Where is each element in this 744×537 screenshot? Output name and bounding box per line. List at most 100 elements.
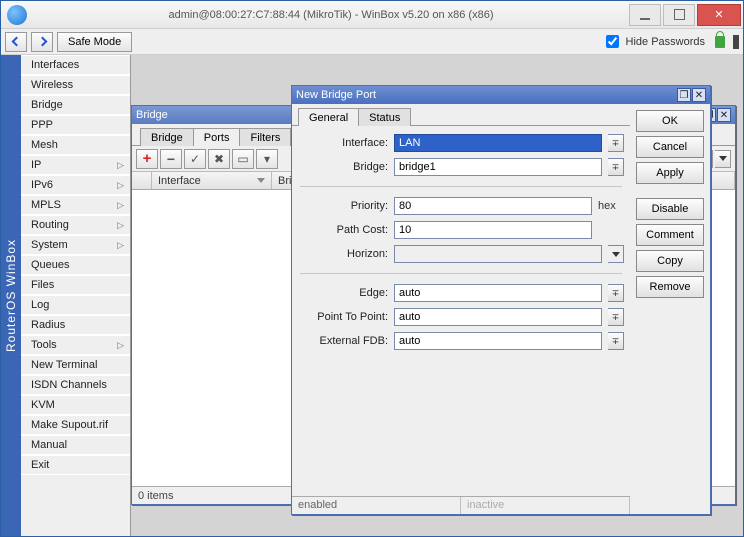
- safe-mode-button[interactable]: Safe Mode: [57, 32, 132, 52]
- bridge-tab-bridge[interactable]: Bridge: [140, 128, 194, 146]
- filter-button[interactable]: ▾: [256, 149, 278, 169]
- input-ext-fdb[interactable]: auto: [394, 332, 602, 350]
- label-path-cost: Path Cost:: [298, 224, 388, 236]
- remove-button[interactable]: Remove: [636, 276, 704, 298]
- hide-passwords-label: Hide Passwords: [626, 36, 705, 48]
- dialog-close[interactable]: ✕: [692, 88, 706, 102]
- row-path-cost: Path Cost: 10: [298, 221, 624, 239]
- input-interface[interactable]: LAN: [394, 134, 602, 152]
- menu-item-ip[interactable]: IP▷: [21, 155, 130, 175]
- dialog-status-bar: enabled inactive: [292, 496, 630, 514]
- hide-passwords-input[interactable]: [606, 35, 619, 48]
- input-path-cost[interactable]: 10: [394, 221, 592, 239]
- maximize-button[interactable]: [663, 4, 695, 26]
- menu-item-radius[interactable]: Radius: [21, 315, 130, 335]
- bridge-window-close[interactable]: ✕: [717, 108, 731, 122]
- undo-button[interactable]: [5, 32, 27, 52]
- menu-item-wireless[interactable]: Wireless: [21, 75, 130, 95]
- label-priority: Priority:: [298, 200, 388, 212]
- remove-button[interactable]: −: [160, 149, 182, 169]
- add-button[interactable]: +: [136, 149, 158, 169]
- menu-item-system[interactable]: System▷: [21, 235, 130, 255]
- dialog-status-inactive: inactive: [461, 497, 630, 514]
- dialog-header[interactable]: New Bridge Port ❐ ✕: [292, 86, 710, 104]
- menu-item-mesh[interactable]: Mesh: [21, 135, 130, 155]
- menu-item-isdn-channels[interactable]: ISDN Channels: [21, 375, 130, 395]
- menu-item-make-supout-rif[interactable]: Make Supout.rif: [21, 415, 130, 435]
- menu-item-mpls[interactable]: MPLS▷: [21, 195, 130, 215]
- app-toolbar: Safe Mode Hide Passwords: [1, 29, 743, 55]
- copy-button[interactable]: Copy: [636, 250, 704, 272]
- menu-item-files[interactable]: Files: [21, 275, 130, 295]
- input-ptp[interactable]: auto: [394, 308, 602, 326]
- menu-item-exit[interactable]: Exit: [21, 455, 130, 475]
- menu-item-ipv6[interactable]: IPv6▷: [21, 175, 130, 195]
- menu-item-bridge[interactable]: Bridge: [21, 95, 130, 115]
- submenu-arrow-icon: ▷: [117, 180, 124, 191]
- window-title: admin@08:00:27:C7:88:44 (MikroTik) - Win…: [33, 9, 629, 21]
- dropdown-edge[interactable]: ∓: [608, 284, 624, 302]
- label-bridge: Bridge:: [298, 161, 388, 173]
- label-ptp: Point To Point:: [298, 311, 388, 323]
- dropdown-bridge[interactable]: ∓: [608, 158, 624, 176]
- find-dropdown[interactable]: [715, 150, 731, 168]
- submenu-arrow-icon: ▷: [117, 340, 124, 351]
- menu-item-interfaces[interactable]: Interfaces: [21, 55, 130, 75]
- menu-item-new-terminal[interactable]: New Terminal: [21, 355, 130, 375]
- status-bar-icon: [733, 35, 739, 49]
- dialog-status-enabled: enabled: [292, 497, 461, 514]
- menu-item-kvm[interactable]: KVM: [21, 395, 130, 415]
- bridge-window-title: Bridge: [136, 109, 168, 121]
- redo-button[interactable]: [31, 32, 53, 52]
- label-horizon: Horizon:: [298, 248, 388, 260]
- label-interface: Interface:: [298, 137, 388, 149]
- plus-icon: +: [143, 150, 152, 167]
- suffix-hex: hex: [598, 200, 624, 212]
- dialog-tab-general[interactable]: General: [298, 108, 359, 126]
- workspace: RouterOS WinBox InterfacesWirelessBridge…: [1, 55, 743, 536]
- menu-item-tools[interactable]: Tools▷: [21, 335, 130, 355]
- disable-button[interactable]: ✖: [208, 149, 230, 169]
- menu-item-routing[interactable]: Routing▷: [21, 215, 130, 235]
- apply-button[interactable]: Apply: [636, 162, 704, 184]
- chevron-down-icon: [719, 156, 727, 161]
- menu-item-queues[interactable]: Queues: [21, 255, 130, 275]
- close-button[interactable]: ✕: [697, 4, 741, 26]
- dialog-tab-status[interactable]: Status: [358, 108, 411, 126]
- dropdown-horizon[interactable]: [608, 245, 624, 263]
- input-edge[interactable]: auto: [394, 284, 602, 302]
- disable-button[interactable]: Disable: [636, 198, 704, 220]
- row-horizon: Horizon:: [298, 245, 624, 263]
- menu-item-ppp[interactable]: PPP: [21, 115, 130, 135]
- row-ptp: Point To Point: auto ∓: [298, 308, 624, 326]
- hide-passwords-checkbox[interactable]: Hide Passwords: [602, 32, 705, 51]
- dropdown-interface[interactable]: ∓: [608, 134, 624, 152]
- submenu-arrow-icon: ▷: [117, 220, 124, 231]
- ok-button[interactable]: OK: [636, 110, 704, 132]
- menu-item-manual[interactable]: Manual: [21, 435, 130, 455]
- grid-header-interface[interactable]: Interface: [152, 172, 272, 189]
- dialog-buttons: OK Cancel Apply Disable Comment Copy Remove: [630, 104, 710, 514]
- enable-button[interactable]: ✓: [184, 149, 206, 169]
- comment-button[interactable]: ▭: [232, 149, 254, 169]
- menu-item-log[interactable]: Log: [21, 295, 130, 315]
- sort-down-icon: [257, 178, 265, 183]
- bridge-tab-ports[interactable]: Ports: [193, 128, 241, 146]
- row-ext-fdb: External FDB: auto ∓: [298, 332, 624, 350]
- comment-button[interactable]: Comment: [636, 224, 704, 246]
- row-bridge: Bridge: bridge1 ∓: [298, 158, 624, 176]
- input-priority[interactable]: 80: [394, 197, 592, 215]
- input-horizon[interactable]: [394, 245, 602, 263]
- grid-header-blank[interactable]: [132, 172, 152, 189]
- dropdown-ext-fdb[interactable]: ∓: [608, 332, 624, 350]
- dialog-restore[interactable]: ❐: [677, 88, 691, 102]
- side-rail: RouterOS WinBox: [1, 55, 21, 536]
- input-bridge[interactable]: bridge1: [394, 158, 602, 176]
- cancel-button[interactable]: Cancel: [636, 136, 704, 158]
- dialog-form: Interface: LAN ∓ Bridge: bridge1 ∓ Prior…: [292, 126, 630, 358]
- dropdown-ptp[interactable]: ∓: [608, 308, 624, 326]
- title-bar: admin@08:00:27:C7:88:44 (MikroTik) - Win…: [1, 1, 743, 29]
- minimize-button[interactable]: [629, 4, 661, 26]
- dialog-title: New Bridge Port: [296, 89, 376, 101]
- bridge-tab-filters[interactable]: Filters: [239, 128, 291, 146]
